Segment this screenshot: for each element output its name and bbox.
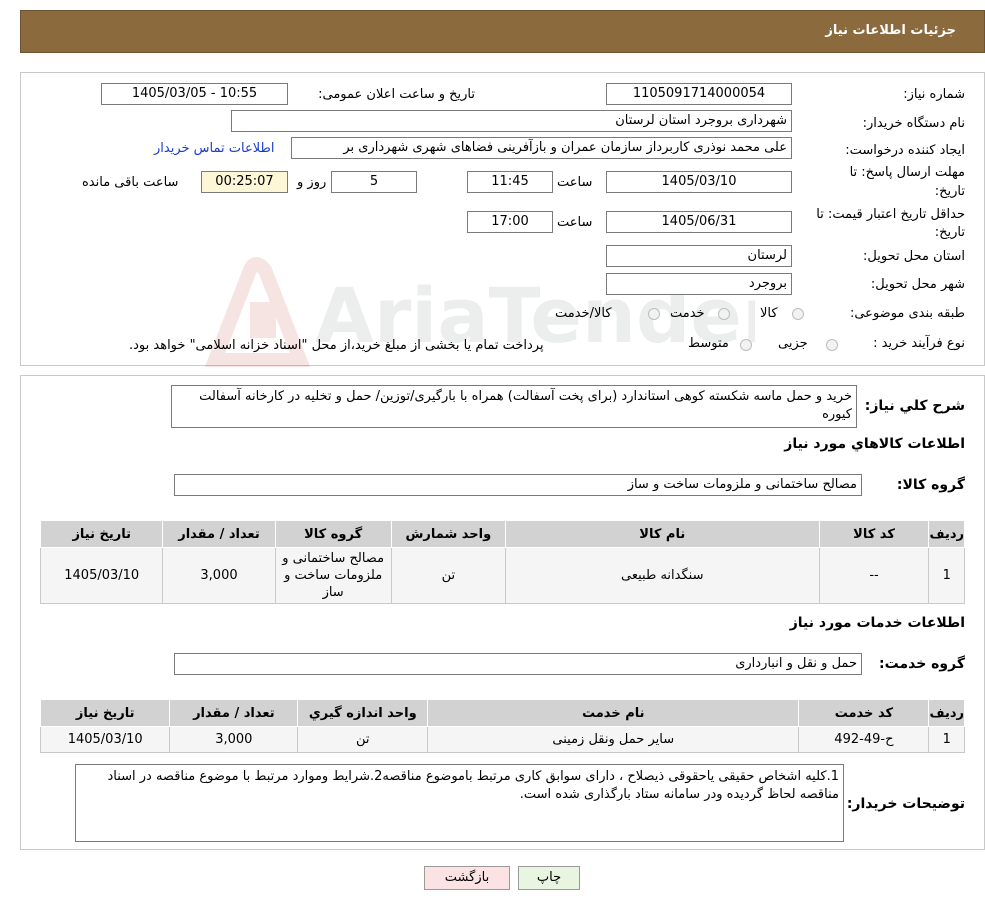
remaining-label: ساعت باقی مانده <box>82 175 179 190</box>
province-field: لرستان <box>606 245 792 267</box>
goods-cell-name: سنگدانه طبیعی <box>504 547 820 604</box>
services-col-row: رديف <box>928 699 965 727</box>
summary-textarea[interactable]: خرید و حمل ماسه شکسته کوهی استاندارد (بر… <box>171 385 857 428</box>
validity-time-label: ساعت <box>557 215 593 230</box>
goods-table: رديف کد کالا نام کالا واحد شمارش گروه کا… <box>39 520 965 604</box>
goods-col-qty: تعداد / مقدار <box>162 520 276 548</box>
category-radio-goods[interactable] <box>792 308 804 320</box>
category-label: طبقه بندی موضوعی: <box>849 306 965 321</box>
need-number-label: شماره نیاز: <box>903 87 965 102</box>
announce-label: تاریخ و ساعت اعلان عمومی: <box>318 87 475 102</box>
goods-cell-unit: تن <box>390 547 506 604</box>
category-option-service: خدمت <box>670 306 705 321</box>
category-radio-service[interactable] <box>718 308 730 320</box>
summary-label: شرح کلي نياز: <box>864 398 965 414</box>
services-section-title: اطلاعات خدمات مورد نياز <box>789 615 965 631</box>
back-button[interactable]: بازگشت <box>424 866 510 890</box>
deadline-time-field: 11:45 <box>467 171 553 193</box>
days-field: 5 <box>331 171 417 193</box>
validity-time-field: 17:00 <box>467 211 553 233</box>
goods-section-title: اطلاعات کالاهاي مورد نياز <box>784 436 965 452</box>
goods-col-unit: واحد شمارش <box>390 520 506 548</box>
buyer-label: نام دستگاه خریدار: <box>862 116 965 131</box>
validity-label-1: حداقل تاریخ اعتبار قیمت: تا <box>816 207 965 222</box>
services-col-unit: واحد اندازه گيري <box>297 699 429 727</box>
services-cell-date: 1405/03/10 <box>39 726 171 753</box>
table-row: 1 -- سنگدانه طبیعی تن مصالح ساختمانی و م… <box>39 547 965 604</box>
goods-col-row: رديف <box>928 520 965 548</box>
page-title: جزئیات اطلاعات نیاز <box>825 23 956 38</box>
deadline-label-1: مهلت ارسال پاسخ: تا <box>849 165 965 180</box>
goods-cell-date: 1405/03/10 <box>39 547 164 604</box>
city-field: بروجرد <box>606 273 792 295</box>
goods-table-header: رديف کد کالا نام کالا واحد شمارش گروه کا… <box>39 520 965 548</box>
buyer-notes-label: توضیحات خریدار: <box>846 796 965 812</box>
category-option-goods-service: کالا/خدمت <box>555 306 612 321</box>
deadline-label-2: تاریخ: <box>934 184 965 199</box>
payment-note: پرداخت تمام یا بخشی از مبلغ خرید،از محل … <box>129 338 544 353</box>
process-option-minor: جزیی <box>778 336 808 351</box>
goods-group-field: مصالح ساختمانی و ملزومات ساخت و ساز <box>174 474 862 496</box>
creator-label: ایجاد کننده درخواست: <box>845 143 965 158</box>
contact-buyer-link[interactable]: اطلاعات تماس خریدار <box>154 141 274 156</box>
goods-cell-qty: 3,000 <box>162 547 276 604</box>
buyer-field: شهرداری بروجرد استان لرستان <box>231 110 792 132</box>
print-button[interactable]: چاپ <box>518 866 580 890</box>
validity-label-2: تاریخ: <box>934 225 965 240</box>
table-row: 1 ح-49-492 سایر حمل ونقل زمینی تن 3,000 … <box>39 726 965 753</box>
creator-field: علی محمد نوذری کاربرداز سازمان عمران و ب… <box>291 137 792 159</box>
services-cell-row: 1 <box>928 726 965 753</box>
services-group-label: گروه خدمت: <box>879 656 965 672</box>
days-label: روز و <box>297 175 327 190</box>
services-table: رديف کد خدمت نام خدمت واحد اندازه گيري ت… <box>39 699 965 753</box>
services-col-date: تاریخ نیاز <box>39 699 171 727</box>
services-cell-code: ح-49-492 <box>798 726 930 753</box>
services-col-code: کد خدمت <box>798 699 930 727</box>
goods-cell-code: -- <box>818 547 930 604</box>
validity-date-field: 1405/06/31 <box>606 211 792 233</box>
goods-cell-group: مصالح ساختمانی و ملزومات ساخت و ساز <box>274 547 392 604</box>
services-cell-name: سایر حمل ونقل زمینی <box>427 726 800 753</box>
city-label: شهر محل تحویل: <box>870 277 965 292</box>
announce-field: 1405/03/05 - 10:55 <box>101 83 288 105</box>
goods-col-code: کد کالا <box>818 520 930 548</box>
process-radio-minor[interactable] <box>826 339 838 351</box>
page-header: جزئیات اطلاعات نیاز <box>20 10 985 53</box>
services-group-field: حمل و نقل و انبارداری <box>174 653 862 675</box>
summary-text: خرید و حمل ماسه شکسته کوهی استاندارد (بر… <box>199 389 852 422</box>
process-option-medium: متوسط <box>688 336 729 351</box>
province-label: استان محل تحویل: <box>863 249 965 264</box>
contact-buyer-link-text[interactable]: اطلاعات تماس خریدار <box>154 141 274 156</box>
services-cell-unit: تن <box>297 726 429 753</box>
services-table-header: رديف کد خدمت نام خدمت واحد اندازه گيري ت… <box>39 699 965 727</box>
process-radio-medium[interactable] <box>740 339 752 351</box>
category-radio-goods-service[interactable] <box>648 308 660 320</box>
goods-cell-row: 1 <box>928 547 965 604</box>
goods-group-label: گروه کالا: <box>896 477 965 493</box>
need-number-field: 1105091714000054 <box>606 83 792 105</box>
buyer-notes-textarea[interactable]: 1.کلیه اشخاص حقیقی یاحقوقی ذیصلاح ، دارا… <box>75 764 844 842</box>
process-label: نوع فرآیند خرید : <box>873 336 965 351</box>
deadline-time-label: ساعت <box>557 175 593 190</box>
buyer-notes-text: 1.کلیه اشخاص حقیقی یاحقوقی ذیصلاح ، دارا… <box>107 769 839 802</box>
goods-col-date: تاریخ نیاز <box>39 520 164 548</box>
deadline-date-field: 1405/03/10 <box>606 171 792 193</box>
services-cell-qty: 3,000 <box>169 726 299 753</box>
services-col-qty: تعداد / مقدار <box>169 699 299 727</box>
goods-col-name: نام کالا <box>504 520 820 548</box>
category-option-goods: کالا <box>760 306 778 321</box>
remaining-time-field: 00:25:07 <box>201 171 288 193</box>
goods-col-group: گروه کالا <box>274 520 392 548</box>
services-col-name: نام خدمت <box>427 699 800 727</box>
